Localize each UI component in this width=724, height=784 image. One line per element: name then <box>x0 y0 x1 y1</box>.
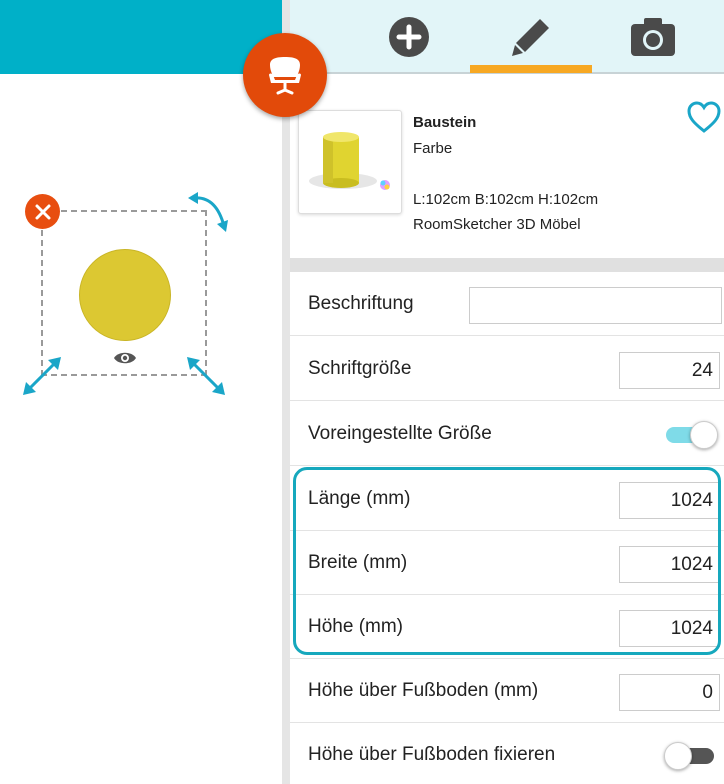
selected-item-info: Baustein Farbe L:102cm B:102cm H:102cm R… <box>290 76 724 258</box>
hoehe-fixieren-label: Höhe über Fußboden fixieren <box>308 744 556 765</box>
voreingestellte-groesse-label: Voreingestellte Größe <box>308 423 492 444</box>
item-source: RoomSketcher 3D Möbel <box>413 216 581 233</box>
canvas-top-bar <box>0 0 282 74</box>
hoehe-ueber-fussboden-input[interactable] <box>619 674 720 711</box>
tab-edit[interactable] <box>470 0 592 74</box>
hoehe-label: Höhe (mm) <box>308 616 404 637</box>
hoehe-fixieren-toggle[interactable] <box>664 740 720 772</box>
row-hoehe-ueber-fussboden: Höhe über Fußboden (mm) <box>290 659 724 723</box>
close-icon <box>35 204 50 219</box>
properties-panel: Baustein Farbe L:102cm B:102cm H:102cm R… <box>282 0 724 784</box>
selected-object-circle[interactable] <box>79 249 171 341</box>
hoehe-input[interactable] <box>619 610 720 647</box>
eye-icon[interactable] <box>113 350 137 366</box>
pencil-icon <box>512 19 549 56</box>
active-tab-indicator <box>470 65 592 73</box>
voreingestellte-groesse-toggle[interactable] <box>664 419 720 451</box>
section-divider <box>290 258 724 272</box>
schriftgroesse-input[interactable] <box>619 352 720 389</box>
plan-canvas[interactable] <box>0 0 282 784</box>
toggle-knob <box>690 421 718 449</box>
hoehe-ueber-fussboden-label: Höhe über Fußboden (mm) <box>308 680 539 701</box>
row-breite: Breite (mm) <box>290 531 724 595</box>
row-beschriftung: Beschriftung <box>290 272 724 336</box>
row-voreingestellte-groesse: Voreingestellte Größe <box>290 402 724 466</box>
item-thumbnail[interactable] <box>298 110 402 214</box>
tab-camera[interactable] <box>592 0 714 74</box>
row-laenge: Länge (mm) <box>290 467 724 531</box>
furniture-button[interactable] <box>243 33 327 117</box>
breite-input[interactable] <box>619 546 720 583</box>
armchair-icon <box>269 57 301 95</box>
plus-icon <box>389 17 429 57</box>
toggle-knob <box>664 742 692 770</box>
panel-content: Baustein Farbe L:102cm B:102cm H:102cm R… <box>290 0 724 784</box>
resize-handle-bottom-left-icon[interactable] <box>20 354 64 398</box>
schriftgroesse-label: Schriftgröße <box>308 358 412 379</box>
tab-add[interactable] <box>348 0 470 74</box>
heart-icon[interactable] <box>686 100 722 134</box>
cylinder-thumbnail-icon <box>309 132 390 190</box>
camera-icon <box>631 18 675 56</box>
laenge-label: Länge (mm) <box>308 488 411 509</box>
item-title: Baustein <box>413 114 477 131</box>
panel-tabs <box>290 0 724 74</box>
delete-object-button[interactable] <box>25 194 60 229</box>
row-hoehe-fixieren: Höhe über Fußboden fixieren <box>290 723 724 784</box>
rotate-handle-icon[interactable] <box>184 188 232 236</box>
breite-label: Breite (mm) <box>308 552 408 573</box>
row-schriftgroesse: Schriftgröße <box>290 337 724 401</box>
resize-handle-bottom-right-icon[interactable] <box>184 354 228 398</box>
beschriftung-label: Beschriftung <box>308 293 414 314</box>
item-dimensions: L:102cm B:102cm H:102cm <box>413 191 599 208</box>
row-hoehe: Höhe (mm) <box>290 595 724 659</box>
beschriftung-input[interactable] <box>469 287 722 324</box>
item-subtitle: Farbe <box>413 140 453 157</box>
laenge-input[interactable] <box>619 482 720 519</box>
